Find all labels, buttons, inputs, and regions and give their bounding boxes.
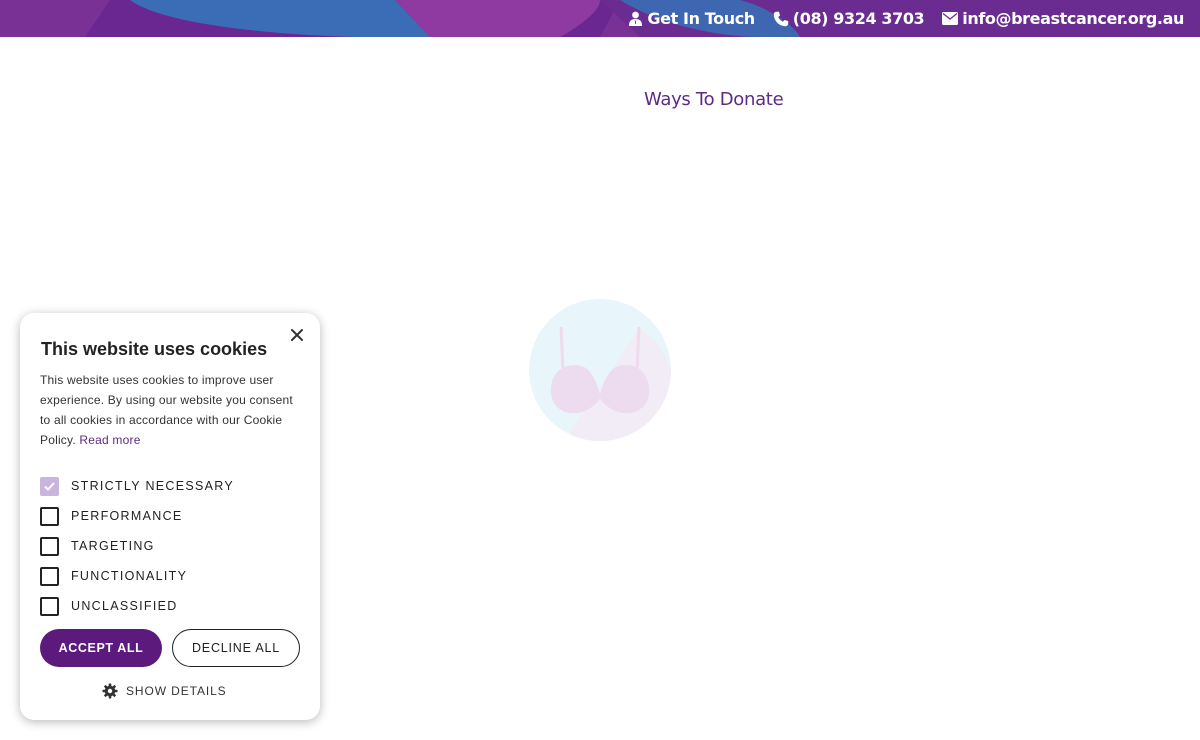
- cookie-dialog: This website uses cookies This website u…: [20, 313, 320, 720]
- option-functionality[interactable]: FUNCTIONALITY: [40, 561, 234, 591]
- phone-icon: [773, 11, 788, 26]
- read-more-link[interactable]: Read more: [79, 433, 140, 447]
- bra-logo-icon: [529, 299, 671, 441]
- functionality-checkbox[interactable]: [40, 566, 59, 586]
- user-icon: [629, 11, 643, 26]
- cookie-options: STRICTLY NECESSARY PERFORMANCE TARGETING…: [40, 471, 234, 621]
- unclassified-checkbox[interactable]: [40, 596, 59, 616]
- email-label: info@breastcancer.org.au: [962, 9, 1184, 28]
- cookie-title: This website uses cookies: [41, 339, 268, 359]
- show-details-button[interactable]: SHOW DETAILS: [102, 683, 227, 699]
- strictly-necessary-checkbox[interactable]: [40, 476, 59, 496]
- get-in-touch-label: Get In Touch: [647, 9, 755, 28]
- option-targeting[interactable]: TARGETING: [40, 531, 234, 561]
- get-in-touch-link[interactable]: Get In Touch: [628, 9, 755, 28]
- option-unclassified[interactable]: UNCLASSIFIED: [40, 591, 234, 621]
- top-bar: Get In Touch (08) 9324 3703 info@breastc…: [0, 0, 1200, 37]
- targeting-checkbox[interactable]: [40, 536, 59, 556]
- gear-icon: [102, 683, 118, 699]
- ways-to-donate-link[interactable]: Ways To Donate: [644, 89, 784, 110]
- accept-all-button[interactable]: ACCEPT ALL: [40, 629, 162, 667]
- strictly-necessary-label: STRICTLY NECESSARY: [71, 479, 235, 493]
- cookie-description-text: This website uses cookies to improve use…: [40, 373, 293, 447]
- option-strictly-necessary[interactable]: STRICTLY NECESSARY: [40, 471, 234, 501]
- envelope-icon: [942, 12, 959, 25]
- show-details-label: SHOW DETAILS: [126, 684, 227, 698]
- unclassified-label: UNCLASSIFIED: [71, 599, 178, 613]
- email-link[interactable]: info@breastcancer.org.au: [942, 9, 1184, 28]
- decline-all-button[interactable]: DECLINE ALL: [172, 629, 300, 667]
- performance-checkbox[interactable]: [40, 506, 59, 526]
- phone-link[interactable]: (08) 9324 3703: [773, 9, 925, 28]
- functionality-label: FUNCTIONALITY: [71, 569, 188, 583]
- close-icon[interactable]: [290, 328, 304, 342]
- targeting-label: TARGETING: [71, 539, 155, 553]
- option-performance[interactable]: PERFORMANCE: [40, 501, 234, 531]
- cookie-description: This website uses cookies to improve use…: [40, 370, 302, 450]
- top-nav: Get In Touch (08) 9324 3703 info@breastc…: [628, 0, 1184, 37]
- performance-label: PERFORMANCE: [71, 509, 183, 523]
- phone-label: (08) 9324 3703: [792, 9, 925, 28]
- check-icon: [44, 481, 55, 491]
